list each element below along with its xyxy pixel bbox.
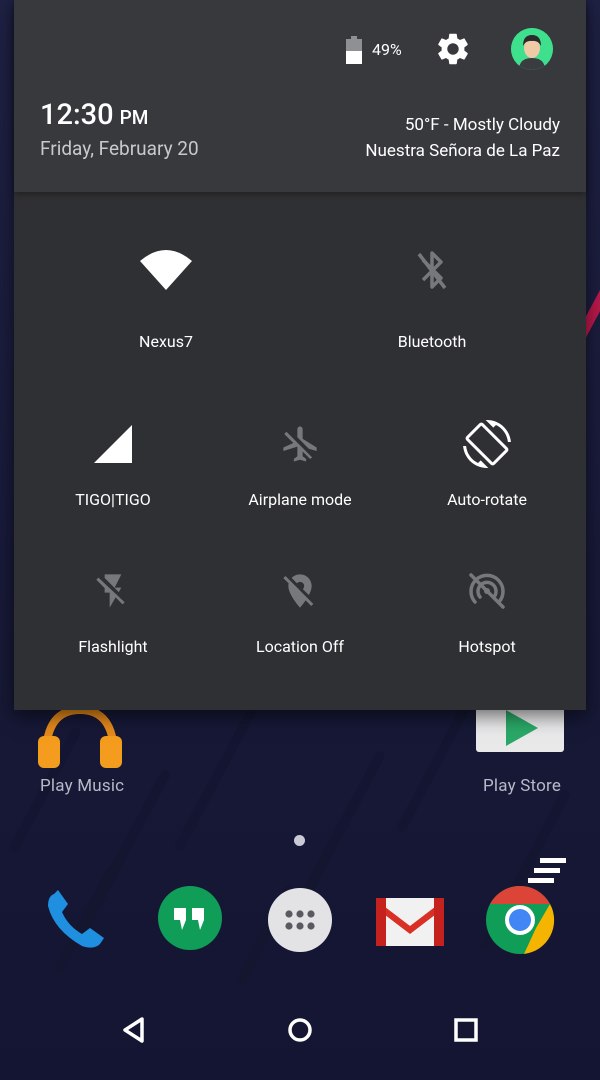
back-icon — [123, 1017, 144, 1043]
play-store-label: Play Store — [483, 776, 562, 796]
tile-auto-rotate-label: Auto-rotate — [447, 490, 527, 509]
flashlight-off-icon — [83, 561, 143, 621]
page-indicator — [294, 835, 305, 846]
tile-bluetooth-label: Bluetooth — [397, 332, 467, 351]
tile-wifi-label: Nexus7 — [139, 332, 193, 351]
wallpaper-streak — [395, 696, 475, 834]
tile-location[interactable]: Location Off — [210, 561, 390, 691]
recents-button[interactable] — [444, 1008, 488, 1052]
settings-gear-icon[interactable] — [434, 30, 472, 68]
phone-icon[interactable] — [40, 884, 112, 956]
wallpaper-streak — [173, 707, 257, 853]
wifi-icon — [136, 240, 196, 300]
gmail-icon[interactable] — [374, 884, 446, 956]
home-button[interactable] — [278, 1008, 322, 1052]
play-store-icon — [476, 706, 564, 752]
tile-hotspot-label: Hotspot — [458, 637, 516, 656]
clock-ampm: PM — [119, 106, 149, 129]
tile-cellular[interactable]: TIGO|TIGO — [23, 414, 203, 544]
tile-wifi[interactable]: Nexus7 — [76, 240, 256, 370]
avatar-icon — [511, 28, 553, 70]
tile-hotspot[interactable]: Hotspot — [397, 561, 577, 691]
home-icon — [288, 1018, 312, 1042]
headphones-icon — [38, 706, 122, 768]
quick-settings-panel: 49% 12:30 PM Friday, February 20 50°F - M… — [14, 0, 586, 710]
user-avatar[interactable] — [511, 28, 553, 70]
airplane-off-icon — [270, 414, 330, 474]
back-button[interactable] — [112, 1008, 156, 1052]
navigation-bar — [0, 990, 600, 1070]
tile-flashlight[interactable]: Flashlight — [23, 561, 203, 691]
battery-percentage: 49% — [372, 40, 402, 59]
battery-icon — [346, 36, 362, 64]
tile-airplane[interactable]: Airplane mode — [210, 414, 390, 544]
recents-icon — [454, 1018, 478, 1042]
weather-location: Nuestra Señora de La Paz — [365, 141, 560, 161]
tile-cellular-label: TIGO|TIGO — [75, 490, 151, 509]
bluetooth-off-icon — [402, 240, 462, 300]
stacked-lines-icon — [528, 858, 566, 883]
chrome-icon — [486, 886, 555, 954]
app-drawer-icon[interactable] — [264, 884, 336, 956]
cellular-signal-icon — [83, 414, 143, 474]
clock: 12:30 PM — [40, 98, 148, 132]
auto-rotate-icon — [457, 414, 517, 474]
weather-info[interactable]: 50°F - Mostly Cloudy Nuestra Señora de L… — [365, 112, 560, 164]
clock-time: 12:30 — [40, 98, 114, 132]
hotspot-off-icon — [457, 561, 517, 621]
location-off-icon — [270, 561, 330, 621]
play-music-label: Play Music — [40, 776, 125, 796]
tile-location-label: Location Off — [255, 637, 344, 656]
quick-settings-header: 49% 12:30 PM Friday, February 20 50°F - M… — [14, 0, 586, 192]
weather-text: 50°F - Mostly Cloudy — [404, 115, 560, 135]
hangouts-icon[interactable] — [154, 884, 226, 956]
tile-auto-rotate[interactable]: Auto-rotate — [397, 414, 577, 544]
tile-bluetooth[interactable]: Bluetooth — [342, 240, 522, 370]
date: Friday, February 20 — [40, 137, 199, 160]
tile-airplane-label: Airplane mode — [248, 490, 352, 509]
tile-flashlight-label: Flashlight — [78, 637, 148, 656]
